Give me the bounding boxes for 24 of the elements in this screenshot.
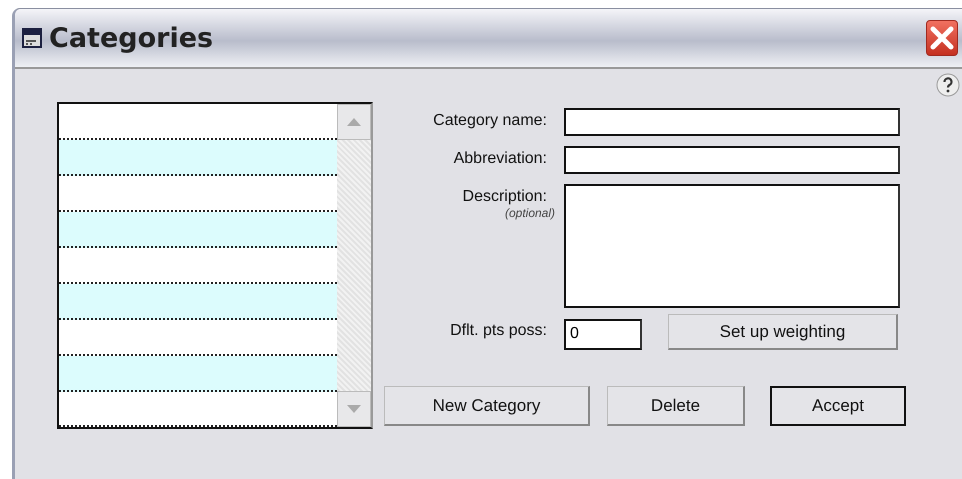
category-list[interactable] <box>57 102 373 429</box>
dialog-button[interactable]: Accept <box>770 386 906 426</box>
down-arrow-icon <box>347 405 361 413</box>
field-label: Category name: <box>433 112 547 130</box>
dialog-button[interactable]: Delete <box>607 386 745 426</box>
text-field[interactable] <box>564 146 900 174</box>
dialog-button[interactable]: New Category <box>384 386 590 426</box>
description-field[interactable] <box>564 184 900 308</box>
list-row[interactable] <box>59 212 337 248</box>
app-icon <box>21 27 43 49</box>
list-row[interactable] <box>59 284 337 320</box>
field-label: Description: <box>462 188 547 206</box>
weighting-button[interactable]: Set up weighting <box>668 314 898 350</box>
field-label: Abbreviation: <box>454 150 547 168</box>
optional-note: (optional) <box>504 206 555 220</box>
list-row[interactable] <box>59 140 337 176</box>
help-icon[interactable] <box>936 73 960 97</box>
up-arrow-icon <box>347 118 361 126</box>
window-title: Categories <box>49 22 214 54</box>
text-field[interactable] <box>564 108 900 136</box>
list-row[interactable] <box>59 356 337 392</box>
close-button[interactable] <box>926 20 958 56</box>
points-field[interactable]: 0 <box>564 318 642 350</box>
field-label: Dflt. pts poss: <box>449 321 547 340</box>
